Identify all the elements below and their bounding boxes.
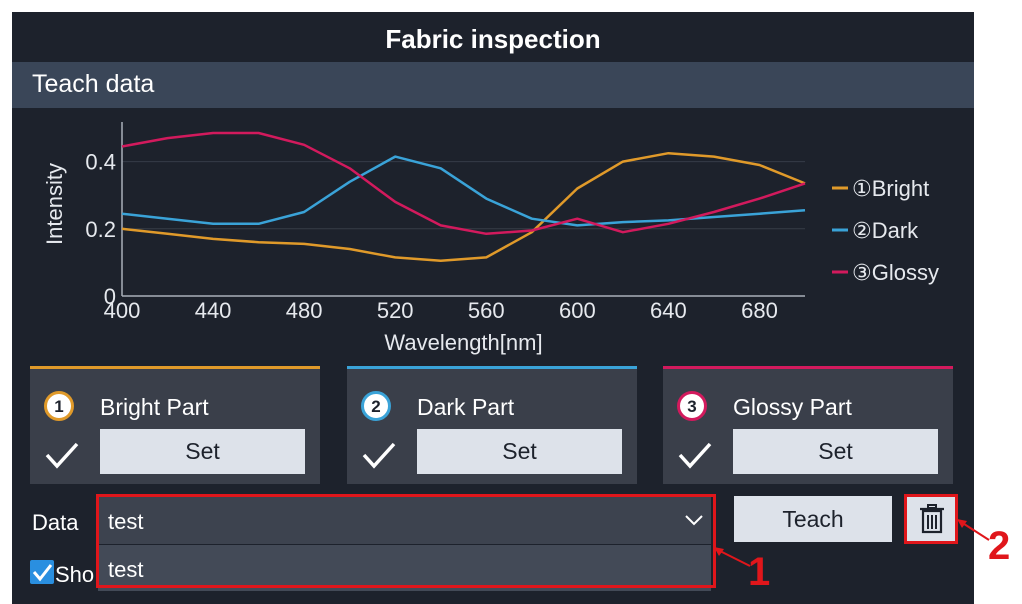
x-tick-label: 560 xyxy=(468,298,505,323)
window-title: Fabric inspection xyxy=(385,24,601,54)
x-tick-label: 400 xyxy=(104,298,141,323)
glossy-part-card: 3 Glossy Part Set xyxy=(663,366,953,484)
glossy-part-accent xyxy=(663,366,953,369)
y-tick-label: 0.4 xyxy=(85,150,116,175)
x-tick-label: 440 xyxy=(195,298,232,323)
x-tick-label: 520 xyxy=(377,298,414,323)
series-line-1 xyxy=(121,151,806,262)
bright-set-button[interactable]: Set xyxy=(100,429,305,474)
delete-highlight-box xyxy=(904,494,958,544)
legend-label-3: ③Glossy xyxy=(852,260,939,285)
callout-number-2: 2 xyxy=(988,524,1011,568)
glossy-part-label: Glossy Part xyxy=(733,394,852,420)
dark-part-accent xyxy=(347,366,637,369)
number-1-icon: 1 xyxy=(44,391,74,421)
callout-arrow-1 xyxy=(714,547,751,567)
y-axis-title: Intensity xyxy=(42,163,67,245)
y-tick-label: 0.2 xyxy=(85,217,116,242)
dark-part-label: Dark Part xyxy=(417,394,515,420)
checkmark-icon xyxy=(362,442,396,469)
show-checkbox-label: Sho xyxy=(55,562,95,587)
legend-label-1: ①Bright xyxy=(852,176,929,201)
data-label: Data xyxy=(32,510,79,535)
callout-number-1: 1 xyxy=(748,550,771,594)
checkbox-check-icon xyxy=(32,564,53,582)
legend-label-2: ②Dark xyxy=(852,218,919,243)
number-2-icon: 2 xyxy=(361,391,391,421)
checkmark-icon xyxy=(45,442,79,469)
teach-data-header: Teach data xyxy=(12,62,974,108)
callout-arrow-2 xyxy=(957,519,990,541)
x-tick-label: 640 xyxy=(650,298,687,323)
dark-part-card: 2 Dark Part Set xyxy=(347,366,637,484)
number-3-icon: 3 xyxy=(677,391,707,421)
dark-set-button[interactable]: Set xyxy=(417,429,622,474)
x-tick-label: 600 xyxy=(559,298,596,323)
glossy-set-button[interactable]: Set xyxy=(733,429,938,474)
checkmark-icon xyxy=(678,442,712,469)
teach-button[interactable]: Teach xyxy=(734,496,892,542)
spectrum-chart: 00.20.4400 440 480 520 560 600 640 680Wavelengt… xyxy=(42,122,939,355)
x-tick-label: 480 xyxy=(286,298,323,323)
section-title: Teach data xyxy=(32,70,155,98)
show-checkbox[interactable] xyxy=(30,560,54,584)
dropdown-highlight-box xyxy=(96,494,716,588)
bright-part-card: 1 Bright Part Set xyxy=(30,366,320,484)
x-axis-title: Wavelength[nm] xyxy=(384,330,542,355)
bright-part-label: Bright Part xyxy=(100,394,209,420)
bright-part-accent xyxy=(30,366,320,369)
x-tick-label: 680 xyxy=(741,298,778,323)
